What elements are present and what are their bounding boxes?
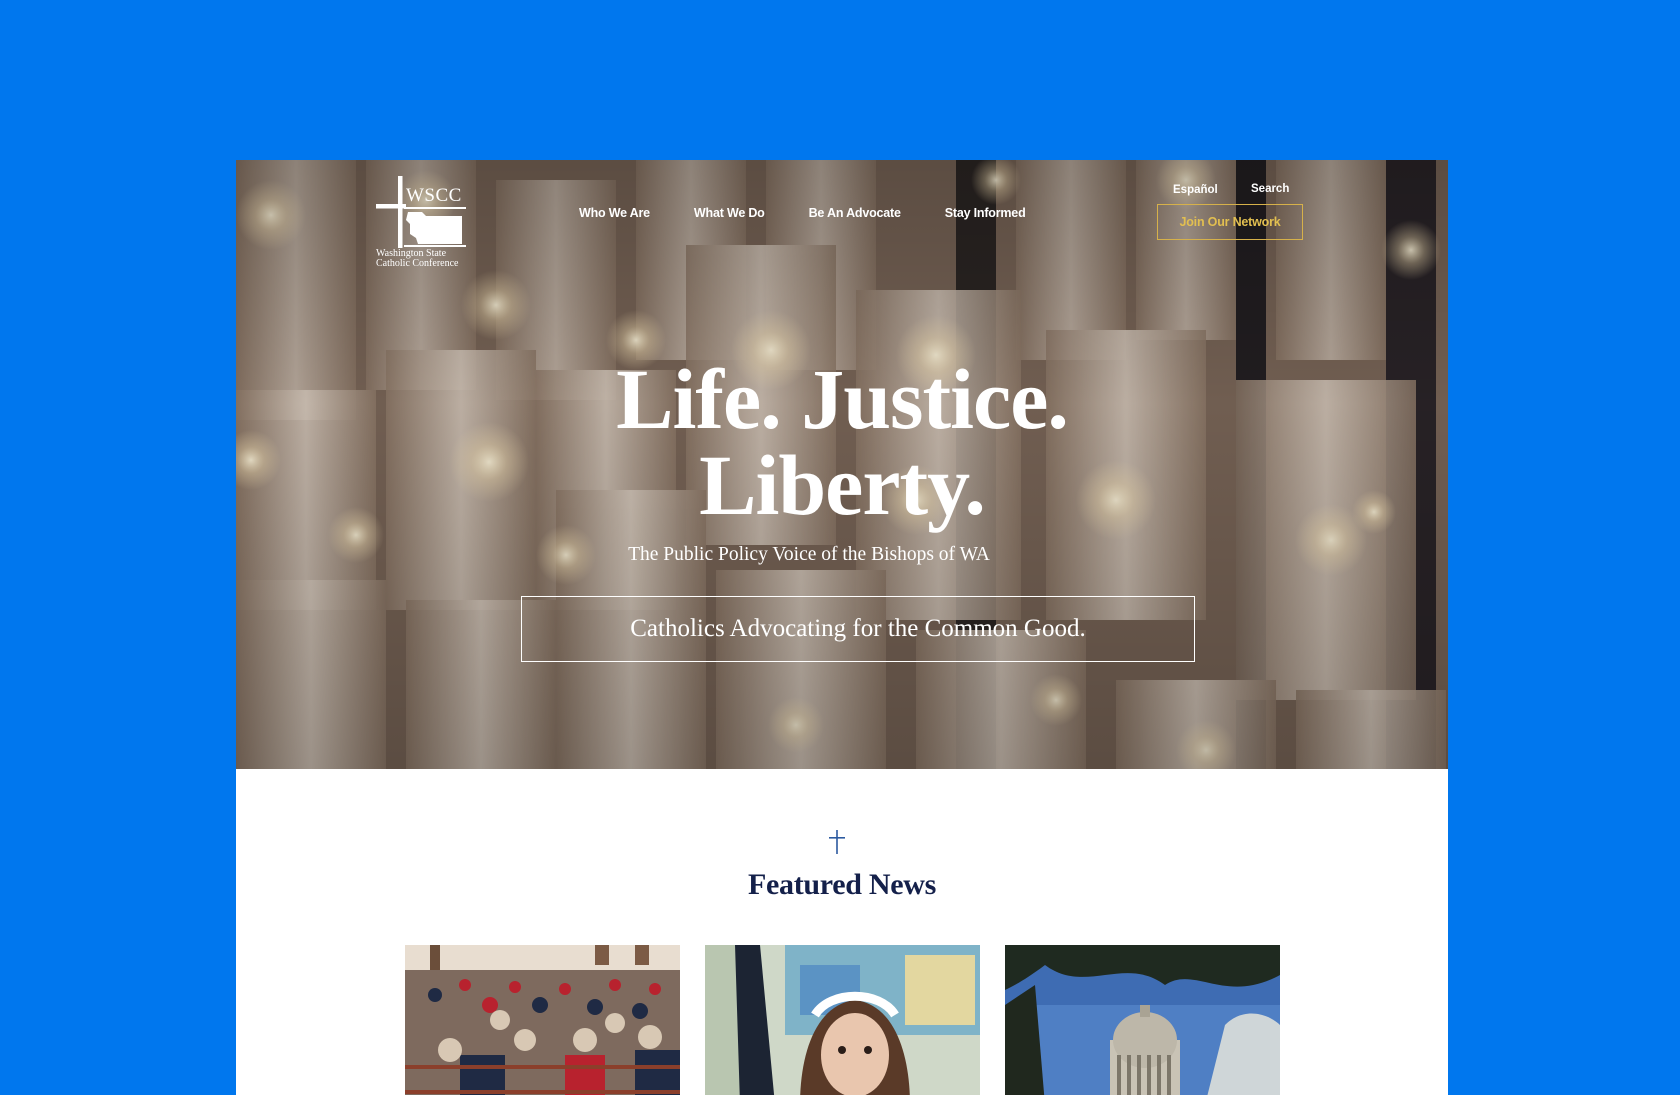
hero-title-line2: Liberty. (699, 437, 986, 533)
nav-item-stay-informed[interactable]: Stay Informed (945, 206, 1026, 220)
news-card-capitol[interactable] (1005, 945, 1280, 1095)
hero-section: WSCC Washington State Catholic Conferenc… (236, 160, 1448, 769)
hero-subtitle: The Public Policy Voice of the Bishops o… (628, 544, 990, 565)
news-card-student[interactable] (705, 945, 980, 1095)
main-nav: Who We Are What We Do Be An Advocate Sta… (579, 206, 1070, 220)
website-frame: WSCC Washington State Catholic Conferenc… (236, 160, 1448, 1095)
featured-news-cards (405, 945, 1280, 1095)
language-link[interactable]: Español (1173, 184, 1218, 196)
nav-item-who-we-are[interactable]: Who We Are (579, 206, 650, 220)
wscc-logo[interactable]: WSCC Washington State Catholic Conferenc… (376, 176, 476, 272)
join-network-button[interactable]: Join Our Network (1157, 204, 1303, 240)
nav-item-what-we-do[interactable]: What We Do (694, 206, 765, 220)
state-capitol-dome-image (1005, 945, 1280, 1095)
logo-subtitle-line2: Catholic Conference (376, 258, 459, 269)
featured-news-heading: Featured News (747, 868, 936, 901)
search-link[interactable]: Search (1251, 183, 1289, 195)
student-raising-hand-image (705, 945, 980, 1095)
church-congregation-image (405, 945, 680, 1095)
hero-title-line1: Life. Justice. (616, 351, 1069, 447)
hero-cta-button[interactable]: Catholics Advocating for the Common Good… (521, 596, 1195, 662)
logo-acronym: WSCC (406, 185, 462, 206)
hero-title: Life. Justice. Liberty. (236, 356, 1448, 528)
cross-icon (829, 830, 845, 854)
nav-item-be-an-advocate[interactable]: Be An Advocate (809, 206, 901, 220)
news-card-church[interactable] (405, 945, 680, 1095)
